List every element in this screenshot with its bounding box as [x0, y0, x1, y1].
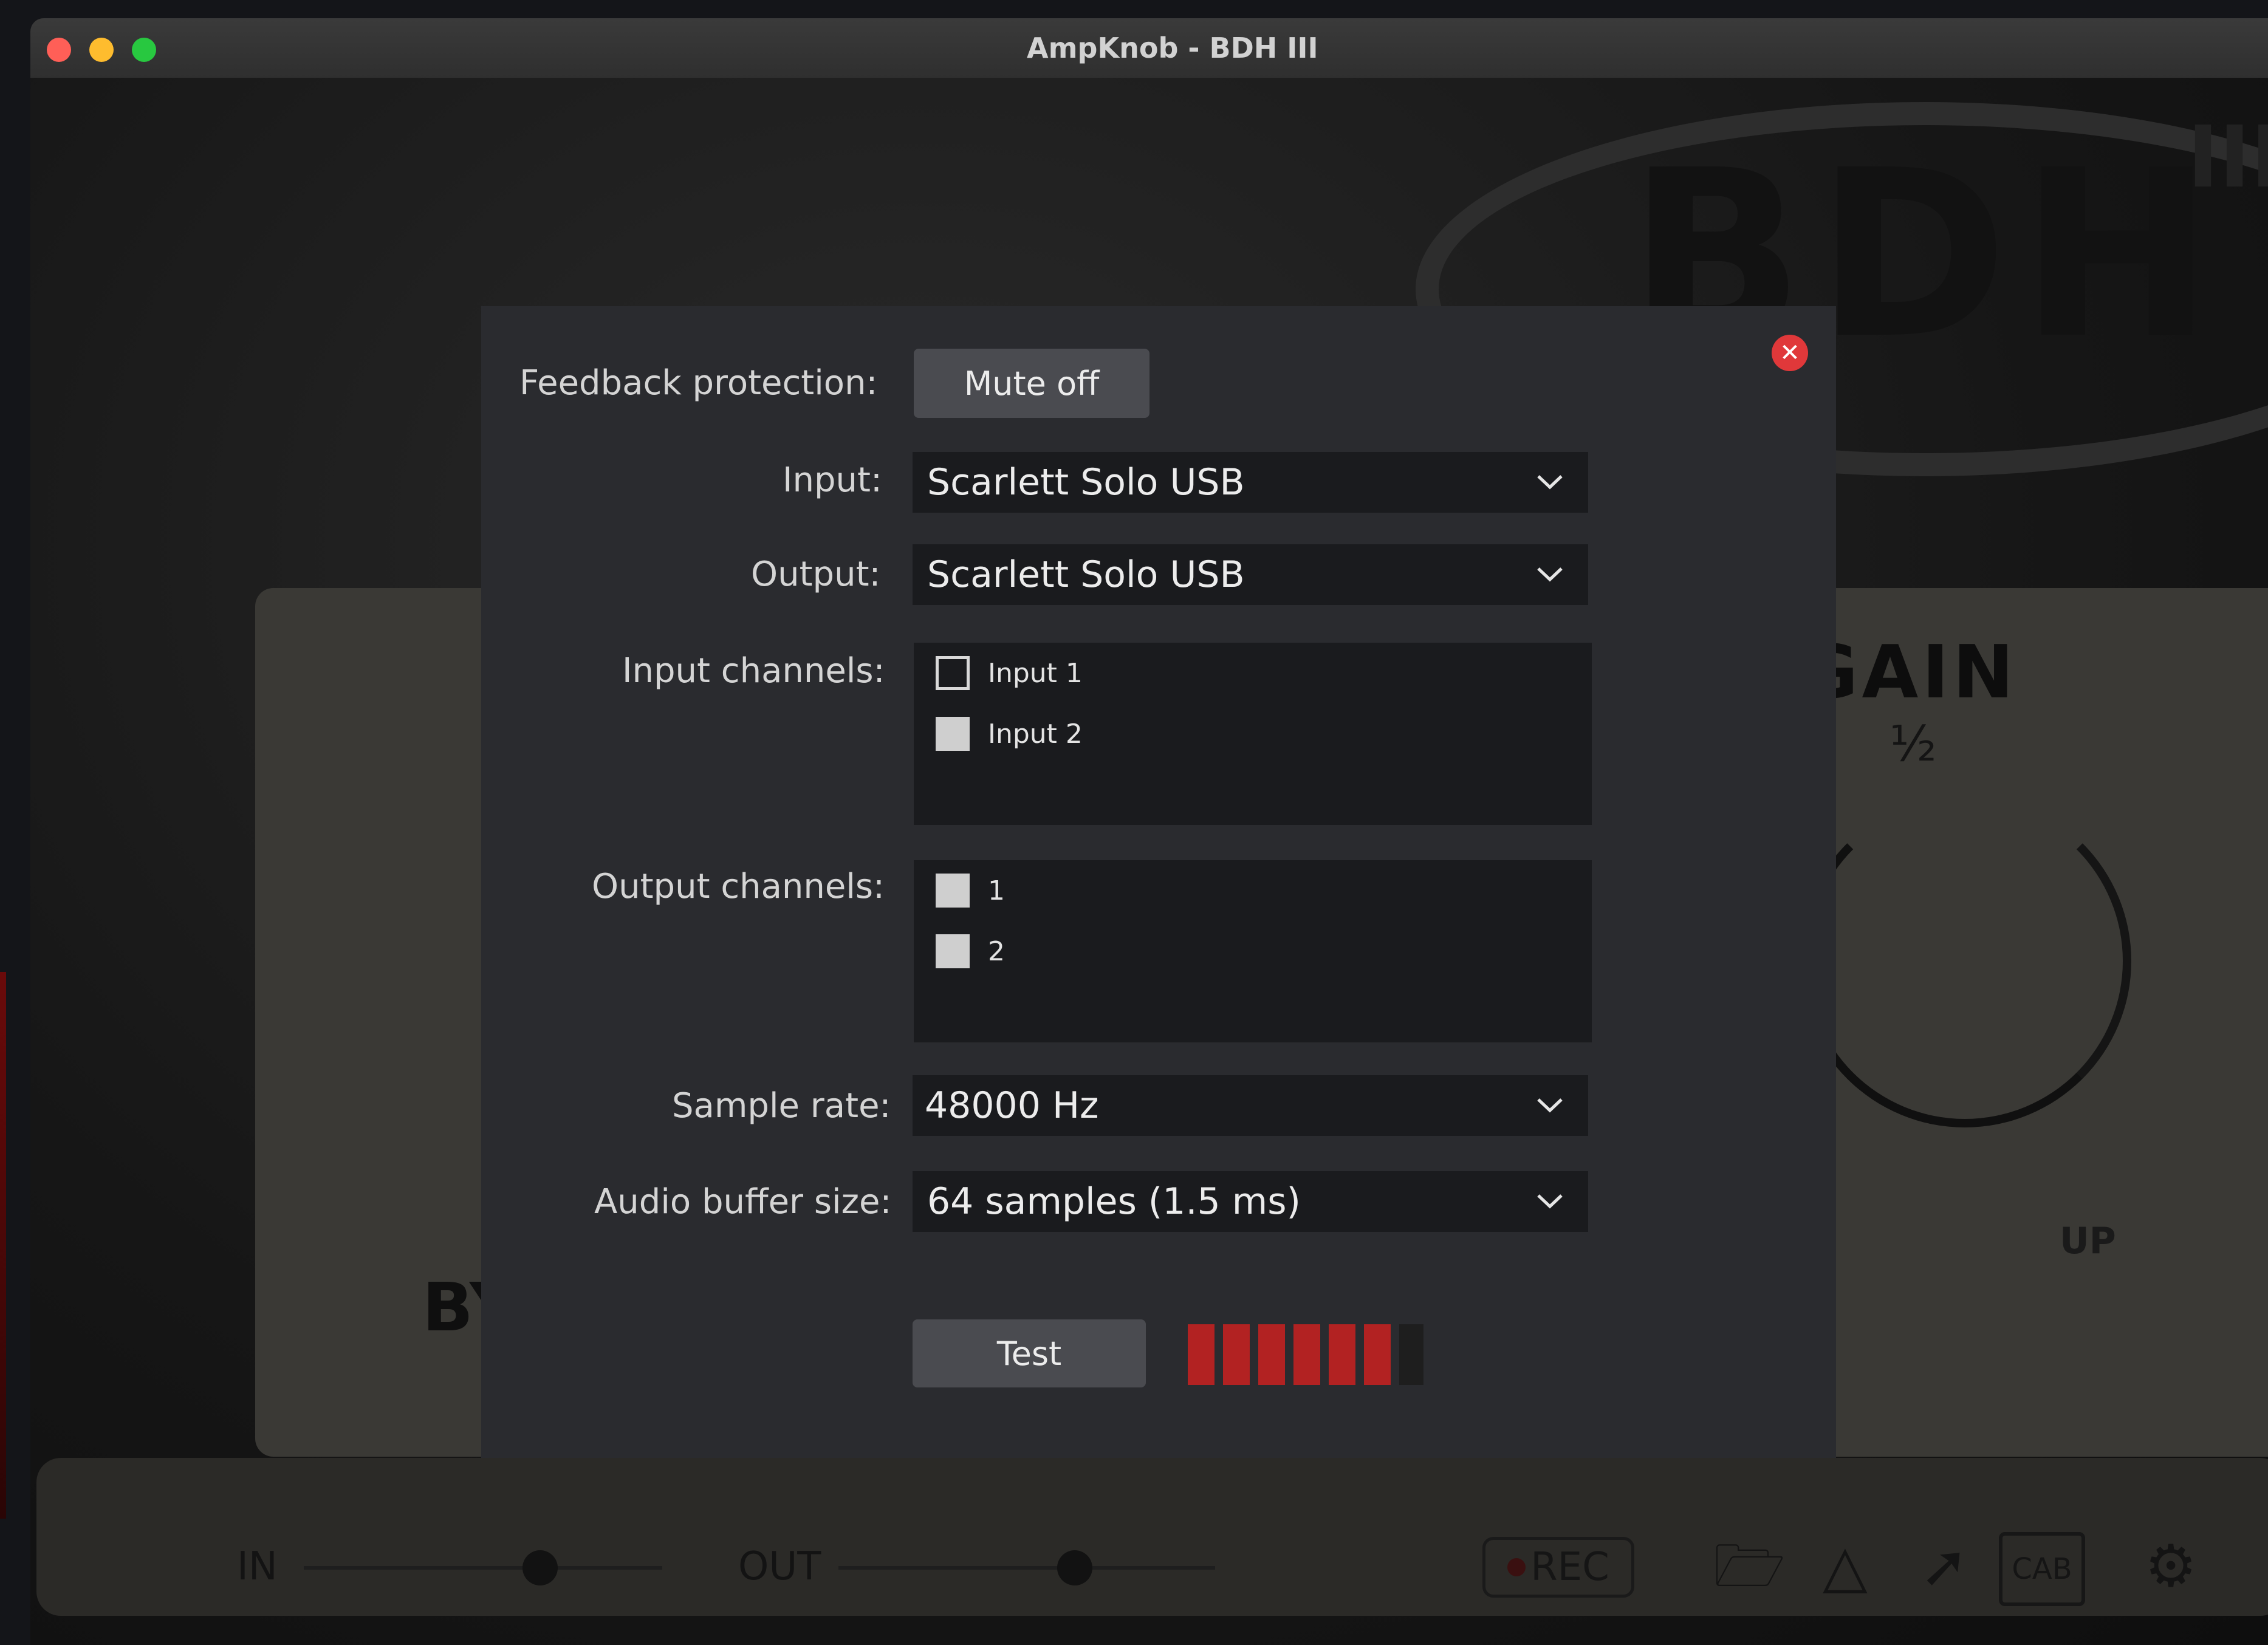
meter-segment	[1188, 1324, 1215, 1385]
input-device-select[interactable]: Scarlett Solo USB	[913, 452, 1588, 513]
checkbox-label: Input 1	[988, 657, 1083, 689]
amp-logo-superscript: III	[2187, 108, 2268, 207]
input-channel-1[interactable]: Input 1	[936, 656, 1083, 690]
rec-label: REC	[1530, 1545, 1609, 1590]
checkbox[interactable]	[936, 656, 970, 690]
in-label: IN	[237, 1544, 278, 1589]
gain-knob[interactable]	[1798, 795, 2131, 1127]
checkbox-label: 2	[988, 935, 1005, 967]
checkbox[interactable]	[936, 934, 970, 968]
checkbox-label: Input 2	[988, 718, 1083, 750]
in-slider-track[interactable]	[304, 1566, 662, 1570]
settings-gear-icon[interactable]: ⚙	[2145, 1537, 2197, 1595]
dialog-close-button[interactable]: ✕	[1772, 335, 1808, 371]
metronome-icon[interactable]: △	[1823, 1537, 1868, 1595]
gain-marker: ½	[1889, 716, 1937, 772]
sample-rate-label: Sample rate:	[672, 1086, 891, 1126]
meter-segment	[1399, 1324, 1423, 1385]
rec-button[interactable]: REC	[1482, 1537, 1634, 1598]
in-slider-thumb[interactable]	[522, 1550, 558, 1585]
out-slider-thumb[interactable]	[1057, 1550, 1092, 1585]
close-icon: ✕	[1780, 339, 1800, 367]
output-level-meter	[1188, 1324, 1423, 1385]
sample-rate-value: 48000 Hz	[925, 1084, 1099, 1127]
output-device-select[interactable]: Scarlett Solo USB	[913, 544, 1588, 605]
output-device-value: Scarlett Solo USB	[927, 553, 1245, 596]
gain-up-label: UP	[2060, 1220, 2116, 1262]
input-channel-2[interactable]: Input 2	[936, 717, 1083, 751]
meter-segment	[1258, 1324, 1285, 1385]
cab-button[interactable]: CAB	[1999, 1532, 2085, 1606]
window-minimize-button[interactable]	[89, 38, 114, 62]
input-channels-list: Input 1 Input 2	[914, 643, 1592, 825]
sample-rate-select[interactable]: 48000 Hz	[913, 1075, 1588, 1136]
chevron-down-icon	[1537, 1194, 1563, 1209]
cab-label: CAB	[2012, 1552, 2072, 1586]
test-button[interactable]: Test	[913, 1319, 1146, 1387]
input-label: Input:	[783, 460, 882, 500]
checkbox-label: 1	[988, 875, 1005, 906]
output-label: Output:	[751, 555, 881, 594]
checkbox[interactable]	[936, 717, 970, 751]
chevron-down-icon	[1537, 567, 1563, 582]
buffer-size-select[interactable]: 64 samples (1.5 ms)	[913, 1171, 1588, 1232]
meter-segment	[1364, 1324, 1391, 1385]
mute-toggle-button[interactable]: Mute off	[914, 349, 1149, 418]
window-zoom-button[interactable]	[132, 38, 156, 62]
checkbox[interactable]	[936, 874, 970, 908]
input-device-value: Scarlett Solo USB	[927, 461, 1245, 504]
input-channels-label: Input channels:	[622, 651, 885, 691]
meter-segment	[1293, 1324, 1320, 1385]
out-label: OUT	[738, 1544, 821, 1589]
tuner-fork-icon[interactable]: ➚	[1920, 1537, 1968, 1595]
desktop-background-edge	[0, 972, 6, 1519]
out-slider-track[interactable]	[838, 1566, 1215, 1570]
buffer-size-value: 64 samples (1.5 ms)	[927, 1180, 1301, 1223]
folder-icon[interactable]: 🗁	[1713, 1537, 1786, 1595]
buffer-size-label: Audio buffer size:	[594, 1182, 892, 1222]
output-channels-label: Output channels:	[592, 867, 885, 906]
title-bar[interactable]: AmpKnob - BDH III	[30, 18, 2268, 79]
output-channels-list: 1 2	[914, 860, 1592, 1042]
chevron-down-icon	[1537, 475, 1563, 490]
chevron-down-icon	[1537, 1098, 1563, 1113]
output-channel-1[interactable]: 1	[936, 874, 1005, 908]
feedback-protection-label: Feedback protection:	[519, 363, 878, 403]
output-channel-2[interactable]: 2	[936, 934, 1005, 968]
meter-segment	[1329, 1324, 1355, 1385]
window-close-button[interactable]	[47, 38, 71, 62]
meter-segment	[1223, 1324, 1250, 1385]
record-icon	[1507, 1558, 1526, 1576]
